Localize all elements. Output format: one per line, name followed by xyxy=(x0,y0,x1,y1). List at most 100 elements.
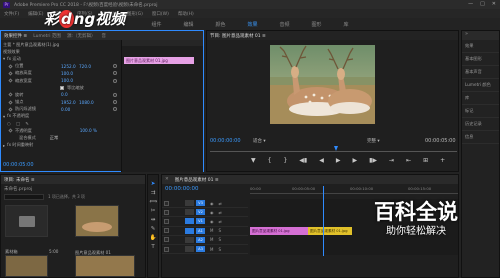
tab-project[interactable]: 项目: 未命名 ≡ xyxy=(4,177,35,183)
lock-icon[interactable] xyxy=(164,228,169,234)
track-target[interactable] xyxy=(185,227,194,234)
motion-section[interactable]: fx 运动 xyxy=(7,56,21,62)
menu-edit[interactable]: 编辑(E) xyxy=(28,11,43,17)
project-search-input[interactable] xyxy=(4,194,44,200)
ripple-edit-tool-icon[interactable]: ⟺ xyxy=(150,199,158,206)
chevron-down-icon[interactable]: ▾ xyxy=(3,114,5,119)
opacity-value[interactable]: 100.0 % xyxy=(80,128,97,133)
track-target[interactable] xyxy=(185,209,194,216)
pen-tool-icon[interactable]: ✎ xyxy=(150,226,157,233)
panel-overflow-icon[interactable]: » xyxy=(462,31,499,40)
tab-lumetri-scopes[interactable]: Lumetri 范围 xyxy=(33,33,61,39)
property-value[interactable]: 0.00 xyxy=(61,107,79,112)
right-panel-item[interactable]: 库 xyxy=(462,92,499,105)
slip-tool-icon[interactable]: ⇹ xyxy=(150,217,157,224)
effect-property-row[interactable]: 缩放高度 100.0 xyxy=(1,70,121,77)
keyframe-toggle-icon[interactable] xyxy=(8,99,13,105)
track-target[interactable] xyxy=(185,200,194,207)
quality-select[interactable]: 完整 ▾ xyxy=(367,138,380,144)
property-value[interactable]: 0.0 xyxy=(61,92,79,97)
timeline-ruler[interactable]: 00:00 00:00:05:00 00:00:10:00 00:00:15:0… xyxy=(250,186,458,194)
workspace-effects[interactable]: 效果 xyxy=(236,21,268,28)
track-label[interactable]: A2 xyxy=(196,236,205,243)
extract-icon[interactable]: ⇤ xyxy=(406,157,411,164)
mask-icons[interactable]: ○ □ ✎ xyxy=(7,121,31,126)
audio-clip[interactable]: 图片意品观素材 01.jpg xyxy=(308,227,352,235)
add-marker-icon[interactable]: ▼ xyxy=(251,157,256,164)
lift-icon[interactable]: ⇥ xyxy=(389,157,394,164)
keyframe-toggle-icon[interactable] xyxy=(8,78,13,83)
eye-icon[interactable]: ◉ xyxy=(210,201,214,206)
eye-icon[interactable]: ◉ xyxy=(210,219,214,224)
reset-icon[interactable] xyxy=(113,100,117,105)
program-scrubber[interactable] xyxy=(210,148,457,152)
mute-icon[interactable]: M xyxy=(210,228,213,233)
type-tool-icon[interactable]: T xyxy=(150,244,157,251)
project-item-image-1[interactable] xyxy=(75,205,119,237)
chevron-right-icon[interactable]: ▸ xyxy=(3,143,5,148)
track-target[interactable] xyxy=(185,236,194,243)
reset-icon[interactable] xyxy=(113,64,117,69)
right-panel-item[interactable]: 基本图形 xyxy=(462,53,499,66)
track-target[interactable] xyxy=(185,246,194,253)
timeline-playhead[interactable] xyxy=(323,186,324,256)
menu-window[interactable]: 窗口(W) xyxy=(152,11,169,17)
go-to-in-icon[interactable]: ◀▮ xyxy=(299,157,307,164)
selection-tool-icon[interactable]: ➤ xyxy=(150,181,157,188)
effect-property-row[interactable]: 等比缩放 xyxy=(1,84,121,91)
sync-lock-icon[interactable]: ⇄ xyxy=(219,219,222,224)
keyframe-toggle-icon[interactable] xyxy=(8,71,13,76)
property-value[interactable]: 1252.0 xyxy=(61,64,79,69)
solo-icon[interactable]: S xyxy=(218,228,221,233)
workspace-editing[interactable]: 编辑 xyxy=(172,21,204,28)
track-label[interactable]: V2 xyxy=(196,209,205,216)
tab-source[interactable]: 源:（无剪辑） xyxy=(67,33,96,39)
effect-controls-panel[interactable]: 效果控件 ≡ Lumetri 范围 源:（无剪辑） 音 主要 * 图片意品观素材… xyxy=(0,30,204,172)
program-viewer[interactable] xyxy=(270,45,375,124)
mark-in-icon[interactable]: { xyxy=(268,157,272,164)
right-panel-item[interactable]: 信息 xyxy=(462,131,499,144)
track-label[interactable]: A1 xyxy=(196,227,205,234)
right-panel-item[interactable]: 效果 xyxy=(462,40,499,53)
track-label[interactable]: V3 xyxy=(196,200,205,207)
effect-property-row[interactable]: 旋转 0.0 xyxy=(1,91,121,98)
mute-icon[interactable]: M xyxy=(210,247,213,252)
workspace-audio[interactable]: 音频 xyxy=(269,21,301,28)
clip-bar[interactable]: 图片意品观素材 01.jpg xyxy=(124,57,194,64)
program-timecode-current[interactable]: 00:00:00:00 xyxy=(210,138,241,144)
keyframe-toggle-icon[interactable] xyxy=(8,92,13,98)
maximize-icon[interactable]: □ xyxy=(480,1,485,7)
lock-icon[interactable] xyxy=(164,200,169,206)
menu-graphics[interactable]: 图形(G) xyxy=(127,11,143,17)
step-back-icon[interactable]: ◀ xyxy=(319,157,324,164)
reset-icon[interactable] xyxy=(113,71,117,76)
minimize-icon[interactable]: — xyxy=(468,1,473,7)
property-value[interactable]: 100.0 xyxy=(61,78,79,83)
property-value[interactable]: 1952.0 xyxy=(61,100,79,105)
right-panel-item[interactable]: 基本声音 xyxy=(462,66,499,79)
sync-lock-icon[interactable]: ⇄ xyxy=(219,201,222,206)
go-to-out-icon[interactable]: ▮▶ xyxy=(369,157,377,164)
reset-icon[interactable] xyxy=(113,78,117,83)
lock-icon[interactable] xyxy=(164,237,169,243)
effect-keyframe-area[interactable]: 图片意品观素材 01.jpg xyxy=(121,40,203,172)
chevron-down-icon[interactable]: ▾ xyxy=(3,56,5,61)
property-value-2[interactable]: 720.0 xyxy=(79,64,97,69)
solo-icon[interactable]: S xyxy=(218,237,221,242)
effect-property-row[interactable]: 位置 1252.0 720.0 xyxy=(1,63,121,70)
reset-icon[interactable] xyxy=(113,107,117,112)
lock-icon[interactable] xyxy=(164,218,169,224)
play-icon[interactable]: ▶ xyxy=(336,157,341,164)
keyframe-toggle-icon[interactable] xyxy=(8,128,13,133)
checkbox[interactable] xyxy=(60,85,64,90)
project-item-bin[interactable] xyxy=(5,205,48,237)
workspace-color[interactable]: 颜色 xyxy=(204,21,236,28)
effect-property-row[interactable]: 锚点 1952.0 1080.0 xyxy=(1,99,121,106)
project-item-image-2[interactable] xyxy=(5,255,48,277)
button-editor-icon[interactable]: + xyxy=(440,157,445,164)
mute-icon[interactable]: M xyxy=(210,237,213,242)
tab-effect-controls[interactable]: 效果控件 ≡ xyxy=(4,33,27,39)
tab-program[interactable]: 节目: 图片意品观素材 01 ≡ xyxy=(210,33,266,39)
effect-controls-timecode[interactable]: 00:00:05:00 xyxy=(3,162,34,168)
close-icon[interactable]: ✕ xyxy=(492,1,496,7)
